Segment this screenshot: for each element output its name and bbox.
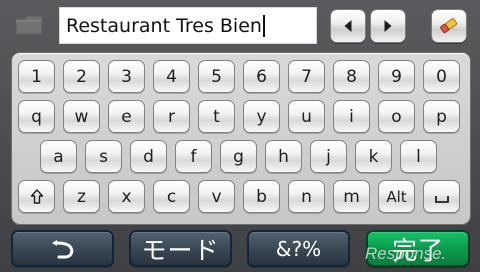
key-label: 2 [76,66,87,87]
key-label: p [436,106,447,127]
done-button[interactable]: 完了 [366,230,470,267]
key-f[interactable]: f [175,140,212,173]
key-label: f [190,146,197,167]
folder-icon[interactable] [13,9,45,39]
key-label: v [211,186,222,207]
key-s[interactable]: s [85,140,122,173]
alt-key[interactable]: Alt [378,180,415,213]
key-label: u [301,106,312,127]
key-label: 0 [436,66,447,87]
key-d[interactable]: d [130,140,167,173]
symbols-button[interactable]: &?% [247,230,350,267]
key-label: 3 [121,66,132,87]
key-label: j [326,146,331,167]
key-label: y [256,106,267,127]
key-label: i [349,106,354,127]
key-9[interactable]: 9 [378,60,415,93]
text-caret [262,14,265,37]
key-i[interactable]: i [333,100,370,133]
key-6[interactable]: 6 [243,60,280,93]
key-label: 4 [166,66,177,87]
key-b[interactable]: b [243,180,280,213]
key-e[interactable]: e [108,100,145,133]
search-input-value: Restaurant Tres Bien [66,14,262,37]
search-input[interactable]: Restaurant Tres Bien [59,7,317,44]
key-t[interactable]: t [198,100,235,133]
eraser-icon [432,10,466,42]
key-label: q [31,106,42,127]
key-label: d [143,146,154,167]
key-label: m [343,186,360,207]
clear-text-button[interactable] [431,9,467,43]
key-2[interactable]: 2 [63,60,100,93]
arrow-right-icon [371,10,405,42]
key-p[interactable]: p [423,100,460,133]
back-button[interactable] [11,230,114,267]
key-label: 5 [211,66,222,87]
key-g[interactable]: g [220,140,257,173]
key-label: r [168,106,175,127]
move-left-button[interactable] [330,9,366,43]
key-label: o [391,106,402,127]
key-label: l [416,146,421,167]
key-h[interactable]: h [265,140,302,173]
key-label: 6 [256,66,267,87]
key-c[interactable]: c [153,180,190,213]
key-7[interactable]: 7 [288,60,325,93]
key-label: w [74,106,89,127]
key-label: x [121,186,132,207]
key-j[interactable]: j [310,140,347,173]
keyboard-panel: 1 2 3 4 5 6 7 8 9 0 q w e r t y u i o p … [12,53,470,224]
key-label: Alt [386,187,407,206]
key-v[interactable]: v [198,180,235,213]
key-0[interactable]: 0 [423,60,460,93]
key-3[interactable]: 3 [108,60,145,93]
key-label: k [368,146,379,167]
screen-root: Restaurant Tres Bien 1 2 3 4 5 6 7 8 9 0… [0,0,480,272]
key-m[interactable]: m [333,180,370,213]
back-icon [13,232,112,265]
key-label: g [233,146,244,167]
arrow-left-icon [331,10,365,42]
key-o[interactable]: o [378,100,415,133]
move-right-button[interactable] [370,9,406,43]
symbols-label: &?% [275,236,322,261]
key-u[interactable]: u [288,100,325,133]
mode-button[interactable]: モード [129,230,232,267]
key-label: t [213,106,220,127]
key-label: z [77,186,86,207]
key-label: n [301,186,312,207]
key-4[interactable]: 4 [153,60,190,93]
space-key[interactable] [423,180,460,213]
key-w[interactable]: w [63,100,100,133]
shift-key[interactable] [18,180,55,213]
shift-icon [19,181,54,212]
key-label: 9 [391,66,402,87]
space-icon [424,181,459,212]
key-label: h [278,146,289,167]
key-5[interactable]: 5 [198,60,235,93]
key-label: 7 [301,66,312,87]
key-label: e [121,106,132,127]
key-label: a [53,146,64,167]
key-label: c [166,186,177,207]
key-r[interactable]: r [153,100,190,133]
key-x[interactable]: x [108,180,145,213]
done-label: 完了 [391,235,444,265]
mode-label: モード [141,235,220,265]
key-n[interactable]: n [288,180,325,213]
key-label: 1 [31,66,42,87]
key-8[interactable]: 8 [333,60,370,93]
key-label: 8 [346,66,357,87]
key-l[interactable]: l [400,140,437,173]
key-y[interactable]: y [243,100,280,133]
key-label: b [256,186,267,207]
key-a[interactable]: a [40,140,77,173]
key-label: s [99,146,108,167]
key-1[interactable]: 1 [18,60,55,93]
key-q[interactable]: q [18,100,55,133]
key-z[interactable]: z [63,180,100,213]
key-k[interactable]: k [355,140,392,173]
